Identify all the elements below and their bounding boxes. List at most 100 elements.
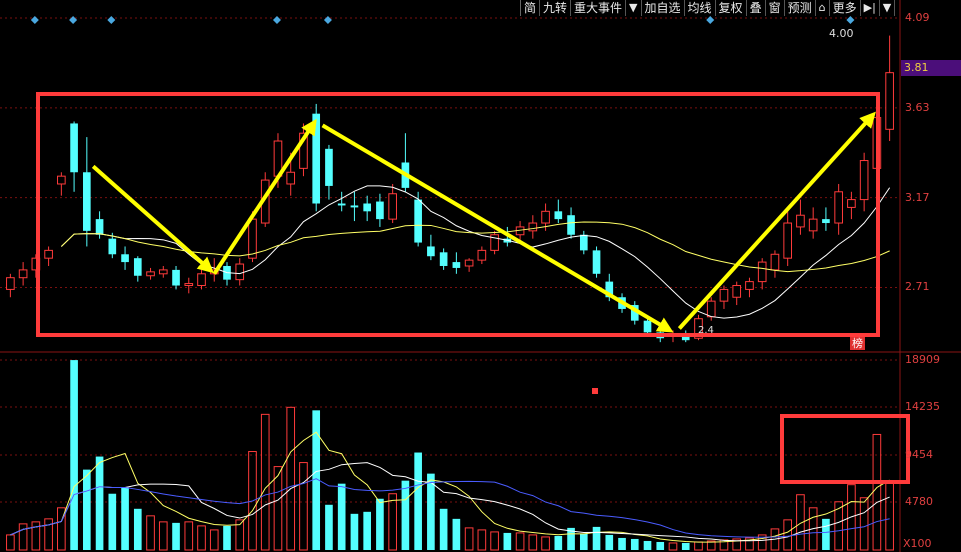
volume-bar-up[interactable] [18,523,28,551]
candle-body-down[interactable] [108,238,117,255]
candle-body-down[interactable] [95,219,104,235]
candle-body-up[interactable] [706,300,716,318]
event-diamond-marker[interactable] [107,16,116,24]
candle-body-up[interactable] [770,253,780,271]
candle-body-down[interactable] [554,211,563,220]
volume-bar-up[interactable] [184,521,194,551]
candle-body-up[interactable] [745,281,754,290]
ranking-badge[interactable]: 榜 [850,337,865,350]
toolbar-item[interactable]: 简 [521,0,541,16]
toolbar-item[interactable]: ▼ [626,0,642,16]
volume-bar-up[interactable] [668,542,678,551]
volume-bar-up[interactable] [197,525,206,551]
candle-body-up[interactable] [158,269,168,275]
volume-bar-down[interactable] [363,511,371,550]
volume-bar-down[interactable] [592,526,601,550]
volume-bar-down[interactable] [579,533,588,550]
event-diamond-marker[interactable] [846,16,855,24]
volume-bar-down[interactable] [822,518,830,550]
volume-bar-up[interactable] [299,462,308,551]
toolbar-item[interactable]: 叠 [747,0,766,16]
volume-bar-down[interactable] [439,508,448,550]
candle-body-down[interactable] [172,269,180,286]
candle-body-up[interactable] [732,285,742,298]
candle-body-up[interactable] [184,283,194,287]
candle-body-up[interactable] [197,273,206,287]
candle-body-down[interactable] [83,172,91,231]
candle-body-up[interactable] [528,222,538,232]
volume-bar-down[interactable] [223,525,231,550]
event-diamond-marker[interactable] [272,16,281,24]
candle-body-up[interactable] [885,72,894,130]
volume-bar-down[interactable] [427,473,435,550]
volume-bar-up[interactable] [541,536,550,551]
volume-bar-down[interactable] [605,534,614,550]
candle-body-up[interactable] [388,193,397,220]
volume-bar-down[interactable] [121,487,129,550]
volume-bar-up[interactable] [477,529,487,551]
candle-body-up[interactable] [783,222,793,259]
toolbar-item[interactable]: 均线 [685,0,716,16]
volume-bar-down[interactable] [133,508,142,550]
candle-body-down[interactable] [121,254,129,263]
volume-bar-down[interactable] [172,522,180,550]
volume-bar-up[interactable] [146,515,155,551]
volume-bar-up[interactable] [490,531,499,551]
volume-bar-down[interactable] [337,483,346,550]
volume-bar-up[interactable] [783,519,793,551]
candle-body-up[interactable] [859,160,869,201]
toolbar-item[interactable]: 九转 [540,0,572,16]
event-diamond-marker[interactable] [706,16,715,24]
candle-body-down[interactable] [822,219,830,224]
volume-bar-down[interactable] [414,452,422,550]
candle-body-up[interactable] [834,191,843,224]
event-diamond-marker[interactable] [69,16,78,24]
candle-body-down[interactable] [133,258,142,276]
volume-bar-up[interactable] [528,534,538,551]
volume-bar-down[interactable] [452,518,461,550]
chart-canvas[interactable] [0,0,961,552]
candle-body-up[interactable] [477,249,487,261]
volume-bar-up[interactable] [464,527,474,551]
toolbar-item[interactable]: 加自选 [642,0,685,16]
volume-bar-down[interactable] [70,360,78,550]
toolbar-item[interactable]: ▶| [861,0,880,16]
candle-body-up[interactable] [757,261,767,283]
volume-bar-up[interactable] [286,406,296,551]
volume-bar-down[interactable] [618,537,626,550]
volume-bar-down[interactable] [630,538,639,550]
volume-bar-down[interactable] [554,535,563,550]
candle-body-down[interactable] [325,148,333,186]
candle-body-down[interactable] [427,246,435,257]
event-diamond-marker[interactable] [30,16,39,24]
volume-bar-up[interactable] [6,534,15,551]
volume-bar-down[interactable] [95,456,104,550]
candle-body-down[interactable] [376,201,384,220]
toolbar-item[interactable]: ▼ [880,0,896,16]
candle-body-down[interactable] [579,234,588,251]
toolbar-item[interactable]: 窗 [766,0,785,16]
toolbar-item[interactable]: 重大事件 [571,0,627,16]
candle-body-up[interactable] [146,271,155,277]
candle-body-down[interactable] [643,320,652,333]
volume-bar-up[interactable] [885,481,894,551]
candle-body-up[interactable] [57,175,66,185]
volume-bar-down[interactable] [350,513,359,550]
candle-body-down[interactable] [567,215,575,235]
candle-body-down[interactable] [337,203,346,206]
candle-body-up[interactable] [464,259,474,267]
toolbar-item[interactable]: 复权 [716,0,747,16]
candle-body-up[interactable] [719,288,729,302]
volume-bar-down[interactable] [503,532,512,550]
volume-bar-up[interactable] [158,521,168,551]
candle-body-down[interactable] [350,205,359,208]
volume-bar-up[interactable] [260,413,270,551]
volume-bar-down[interactable] [656,541,665,550]
volume-bar-up[interactable] [273,466,283,551]
toolbar-item[interactable]: 更多 [830,0,861,16]
candle-body-down[interactable] [70,123,78,173]
volume-bar-down[interactable] [681,542,690,550]
candle-body-down[interactable] [363,203,371,212]
volume-bar-down[interactable] [401,480,410,550]
volume-bar-down[interactable] [643,540,652,550]
